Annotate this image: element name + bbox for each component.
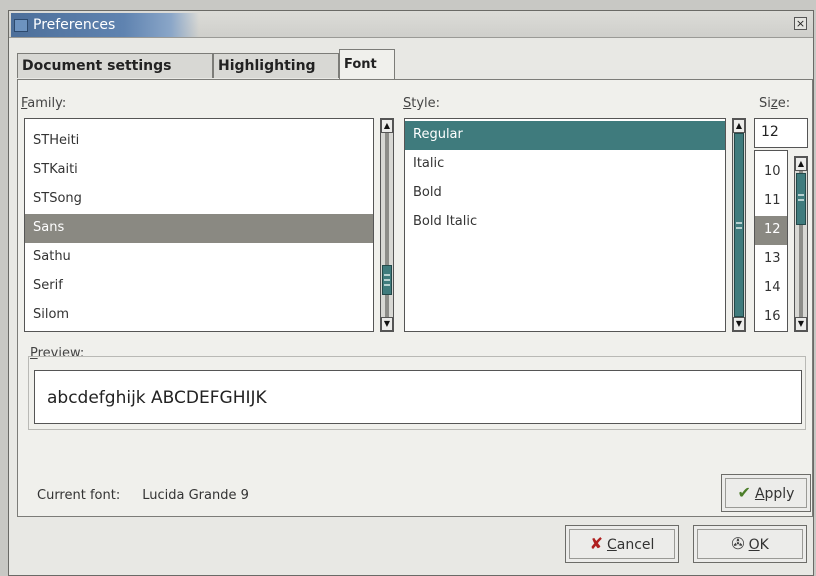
style-scrollbar[interactable]: ▲ ▼ — [732, 118, 746, 332]
current-font-label: Current font: — [37, 488, 121, 503]
size-item[interactable]: 10 — [755, 158, 787, 187]
size-item[interactable]: 11 — [755, 187, 787, 216]
scroll-down-icon[interactable]: ▼ — [733, 317, 745, 331]
family-list[interactable]: STHeiti STKaiti STSong Sans Sathu Serif … — [24, 118, 374, 332]
title-tab[interactable]: Preferences — [11, 13, 199, 37]
cancel-x-icon: ✘ — [589, 534, 603, 553]
style-item[interactable]: Italic — [405, 150, 725, 179]
preferences-window: Preferences × Document settings Highligh… — [8, 10, 814, 576]
style-scroll-thumb[interactable] — [734, 133, 744, 317]
checkmark-icon: ✔ — [737, 483, 751, 502]
font-tab-page: Family: STHeiti STKaiti STSong Sans Sath… — [17, 79, 813, 517]
scroll-down-icon[interactable]: ▼ — [381, 317, 393, 331]
window-title: Preferences — [33, 17, 116, 33]
current-font-value: Lucida Grande 9 — [142, 488, 249, 503]
cancel-button[interactable]: ✘ Cancel — [565, 525, 679, 563]
family-item[interactable]: Sathu — [25, 243, 373, 272]
scroll-up-icon[interactable]: ▲ — [795, 157, 807, 171]
family-label: Family: — [21, 96, 67, 111]
close-icon[interactable]: × — [794, 17, 807, 30]
tab-label: Highlighting — [218, 58, 316, 74]
size-label: Size: — [759, 96, 791, 111]
tab-label: Font — [344, 57, 377, 72]
size-scroll-thumb[interactable] — [796, 173, 806, 225]
style-item-selected[interactable]: Regular — [405, 121, 725, 150]
scroll-up-icon[interactable]: ▲ — [381, 119, 393, 133]
preview-text-box[interactable]: abcdefghijk ABCDEFGHIJK — [34, 370, 802, 424]
window-icon — [14, 19, 28, 32]
size-item[interactable]: 14 — [755, 274, 787, 303]
current-font-row: Current font: Lucida Grande 9 — [37, 488, 249, 503]
size-list[interactable]: 9 10 11 12 13 14 16 — [754, 150, 788, 332]
family-scroll-thumb[interactable] — [382, 265, 392, 295]
style-item[interactable]: Bold — [405, 179, 725, 208]
family-item[interactable]: STKaiti — [25, 156, 373, 185]
tab-document-settings[interactable]: Document settings — [17, 53, 213, 78]
style-list[interactable]: Regular Italic Bold Bold Italic — [404, 118, 726, 332]
ok-button[interactable]: ✇ OK — [693, 525, 807, 563]
family-item[interactable]: STSong — [25, 185, 373, 214]
tab-font[interactable]: Font — [339, 49, 395, 80]
size-item[interactable]: 13 — [755, 245, 787, 274]
size-item-selected[interactable]: 12 — [755, 216, 787, 245]
size-item[interactable]: 9 — [755, 151, 787, 158]
tab-label: Document settings — [22, 58, 172, 74]
scroll-up-icon[interactable]: ▲ — [733, 119, 745, 133]
apply-button[interactable]: ✔ Apply — [721, 474, 811, 512]
style-label: Style: — [403, 96, 441, 111]
title-bar[interactable]: Preferences × — [9, 11, 813, 38]
ok-icon: ✇ — [731, 534, 745, 553]
family-item[interactable]: STHeiti — [25, 127, 373, 156]
family-item[interactable]: Silom — [25, 301, 373, 330]
scroll-down-icon[interactable]: ▼ — [795, 317, 807, 331]
family-item-selected[interactable]: Sans — [25, 214, 373, 243]
style-item[interactable]: Bold Italic — [405, 208, 725, 237]
family-scrollbar[interactable]: ▲ ▼ — [380, 118, 394, 332]
size-item[interactable]: 16 — [755, 303, 787, 331]
size-scrollbar[interactable]: ▲ ▼ — [794, 156, 808, 332]
tab-highlighting[interactable]: Highlighting — [213, 53, 339, 78]
family-item[interactable]: Serif — [25, 272, 373, 301]
size-input[interactable]: 12 — [754, 118, 808, 148]
